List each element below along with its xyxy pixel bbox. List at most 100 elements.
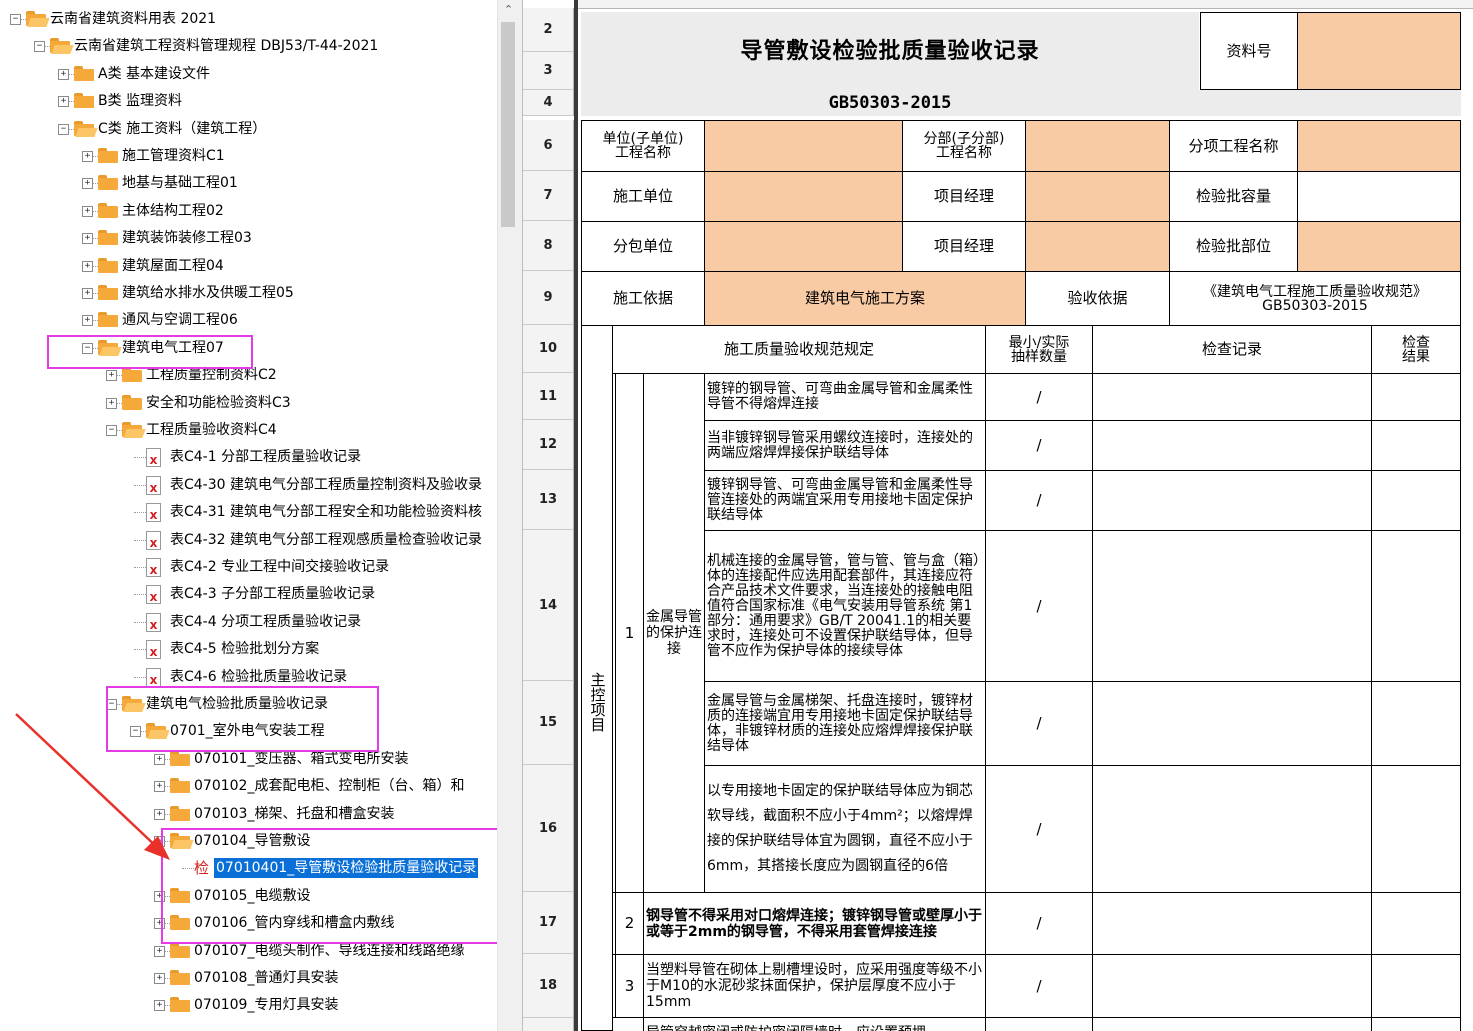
batch-capacity-value[interactable] xyxy=(1297,171,1461,222)
collapse-icon[interactable]: − xyxy=(106,425,117,436)
tree-node-label[interactable]: 表C4-30 建筑电气分部工程质量控制资料及验收录 xyxy=(170,472,482,498)
expand-icon[interactable]: + xyxy=(58,96,69,108)
tree-node[interactable]: + 建筑给水排水及供暖工程05 xyxy=(0,280,497,306)
item1-subrow-record[interactable] xyxy=(1092,373,1372,421)
tree-node[interactable]: + B类 监理资料 xyxy=(0,88,497,114)
tree-node[interactable]: +070108_普通灯具安装 xyxy=(0,965,497,991)
tree-node[interactable]: + 施工管理资料C1 xyxy=(0,143,497,169)
row-header[interactable]: 12 xyxy=(523,420,574,470)
tree-node[interactable]: − 云南省建筑工程资料管理规程 DBJ53/T-44-2021 xyxy=(0,33,497,59)
tree-node[interactable]: − 工程质量验收资料C4 xyxy=(0,417,497,443)
tree-node-label[interactable]: 表C4-3 子分部工程质量验收记录 xyxy=(170,581,375,607)
expand-icon[interactable]: + xyxy=(58,68,69,80)
item1-subrow-record[interactable] xyxy=(1092,420,1372,471)
contractor-value[interactable] xyxy=(704,171,903,222)
collapse-icon[interactable]: − xyxy=(58,123,69,135)
item1-subrow-sample[interactable]: / xyxy=(985,765,1093,893)
row-header[interactable]: 11 xyxy=(523,373,574,420)
row-header[interactable]: 7 xyxy=(523,171,574,221)
item1-subrow-record[interactable] xyxy=(1092,470,1372,531)
item1-subrow-record[interactable] xyxy=(1092,765,1372,893)
tree-node-label[interactable]: 表C4-5 检验批划分方案 xyxy=(170,636,319,662)
row-header[interactable]: 10 xyxy=(523,325,574,373)
collapse-icon[interactable]: − xyxy=(10,14,21,25)
item1-subrow-record[interactable] xyxy=(1092,530,1372,682)
item-project-value[interactable] xyxy=(1297,120,1461,172)
tree-node[interactable]: x 表C4-30 建筑电气分部工程质量控制资料及验收录 xyxy=(0,472,497,498)
row-header[interactable]: 6 xyxy=(523,120,574,171)
tree-node-label[interactable]: 070109_专用灯具安装 xyxy=(194,992,338,1018)
tree-node[interactable]: + 建筑装饰装修工程03 xyxy=(0,225,497,251)
expand-icon[interactable]: + xyxy=(106,370,117,382)
item1-subrow-sample[interactable]: / xyxy=(985,373,1093,421)
item1-subrow-result[interactable] xyxy=(1371,681,1461,766)
row-header[interactable]: 9 xyxy=(523,271,574,325)
item1-subrow-sample[interactable]: / xyxy=(985,530,1093,682)
doc-no-value[interactable] xyxy=(1297,12,1461,90)
column-header-strip[interactable] xyxy=(574,0,1473,9)
expand-icon[interactable]: + xyxy=(82,260,93,272)
tree-node[interactable]: + A类 基本建设文件 xyxy=(0,61,497,87)
expand-icon[interactable]: + xyxy=(82,233,93,245)
row-header[interactable]: 4 xyxy=(523,90,574,116)
row-header[interactable]: 8 xyxy=(523,221,574,271)
tree-node[interactable]: − 云南省建筑资料用表 2021 xyxy=(0,6,497,32)
tree-scrollbar[interactable]: ⌃ xyxy=(497,0,518,1031)
tree-node[interactable]: +070109_专用灯具安装 xyxy=(0,992,497,1018)
item4-record-partial[interactable] xyxy=(1092,1017,1372,1031)
expand-icon[interactable]: + xyxy=(82,288,93,299)
tree-node[interactable]: x 表C4-3 子分部工程质量验收记录 xyxy=(0,581,497,607)
tree-node[interactable]: − C类 施工资料（建筑工程） xyxy=(0,116,497,142)
row-header[interactable]: 16 xyxy=(523,765,574,892)
item1-subrow-result[interactable] xyxy=(1371,420,1461,471)
tree-node-label[interactable]: 表C4-32 建筑电气分部工程观感质量检查验收记录 xyxy=(170,527,482,553)
expand-icon[interactable]: + xyxy=(106,397,117,409)
expand-icon[interactable]: + xyxy=(82,178,93,190)
item2-result[interactable] xyxy=(1371,892,1461,955)
batch-part-value[interactable] xyxy=(1297,221,1461,272)
tree-node-label[interactable]: 070103_梯架、托盘和槽盒安装 xyxy=(194,801,394,827)
tree-node[interactable]: + 通风与空调工程06 xyxy=(0,307,497,333)
item1-subrow-sample[interactable]: / xyxy=(985,470,1093,531)
tree-node-label[interactable]: 云南省建筑资料用表 2021 xyxy=(50,6,216,32)
tree-node[interactable]: x 表C4-31 建筑电气分部工程安全和功能检验资料核 xyxy=(0,499,497,525)
tree-node-label[interactable]: 070102_成套配电柜、控制柜（台、箱）和 xyxy=(194,773,464,799)
tree-node-label[interactable]: C类 施工资料（建筑工程） xyxy=(98,116,266,142)
item1-subrow-result[interactable] xyxy=(1371,530,1461,682)
tree-node[interactable]: + 地基与基础工程01 xyxy=(0,170,497,196)
tree-node-label[interactable]: 主体结构工程02 xyxy=(122,198,224,224)
tree-node-label[interactable]: 表C4-31 建筑电气分部工程安全和功能检验资料核 xyxy=(170,499,482,525)
row-header[interactable]: 14 xyxy=(523,530,574,681)
row-header[interactable] xyxy=(523,1018,574,1031)
row-header[interactable]: 2 xyxy=(523,8,574,52)
tree-node-label[interactable]: 通风与空调工程06 xyxy=(122,307,238,333)
pm-value[interactable] xyxy=(1025,171,1170,222)
item1-subrow-result[interactable] xyxy=(1371,373,1461,421)
scroll-up-icon[interactable]: ⌃ xyxy=(498,0,518,20)
expand-icon[interactable]: + xyxy=(82,205,93,217)
row-header[interactable]: 13 xyxy=(523,470,574,530)
expand-icon[interactable]: + xyxy=(82,151,93,162)
tree-node-label[interactable]: A类 基本建设文件 xyxy=(98,61,210,87)
sub-project-value[interactable] xyxy=(1025,120,1170,172)
item4-sample-partial[interactable] xyxy=(985,1017,1093,1031)
tree-node-label[interactable]: 建筑屋面工程04 xyxy=(122,253,224,279)
item3-sample[interactable]: / xyxy=(985,954,1093,1018)
tree-node-label[interactable]: 表C4-4 分项工程质量验收记录 xyxy=(170,609,361,635)
tree-node[interactable]: + 安全和功能检验资料C3 xyxy=(0,390,497,416)
item4-result-partial[interactable] xyxy=(1371,1017,1461,1031)
row-header[interactable]: 3 xyxy=(523,52,574,90)
collapse-icon[interactable]: − xyxy=(34,41,45,53)
basis-value[interactable]: 建筑电气施工方案 xyxy=(704,271,1026,326)
item1-subrow-result[interactable] xyxy=(1371,470,1461,531)
subcontractor-value[interactable] xyxy=(704,221,903,272)
tree-node-label[interactable]: 安全和功能检验资料C3 xyxy=(146,390,291,416)
tree-node[interactable]: + 建筑屋面工程04 xyxy=(0,253,497,279)
expand-icon[interactable]: + xyxy=(154,973,165,984)
tree-node-label[interactable]: 工程质量验收资料C4 xyxy=(146,417,277,443)
item1-subrow-sample[interactable]: / xyxy=(985,420,1093,471)
tree-node[interactable]: x 表C4-2 专业工程中间交接验收记录 xyxy=(0,554,497,580)
row-header[interactable]: 15 xyxy=(523,681,574,765)
expand-icon[interactable]: + xyxy=(82,315,93,327)
tree-node-label[interactable]: 云南省建筑工程资料管理规程 DBJ53/T-44-2021 xyxy=(74,33,378,59)
